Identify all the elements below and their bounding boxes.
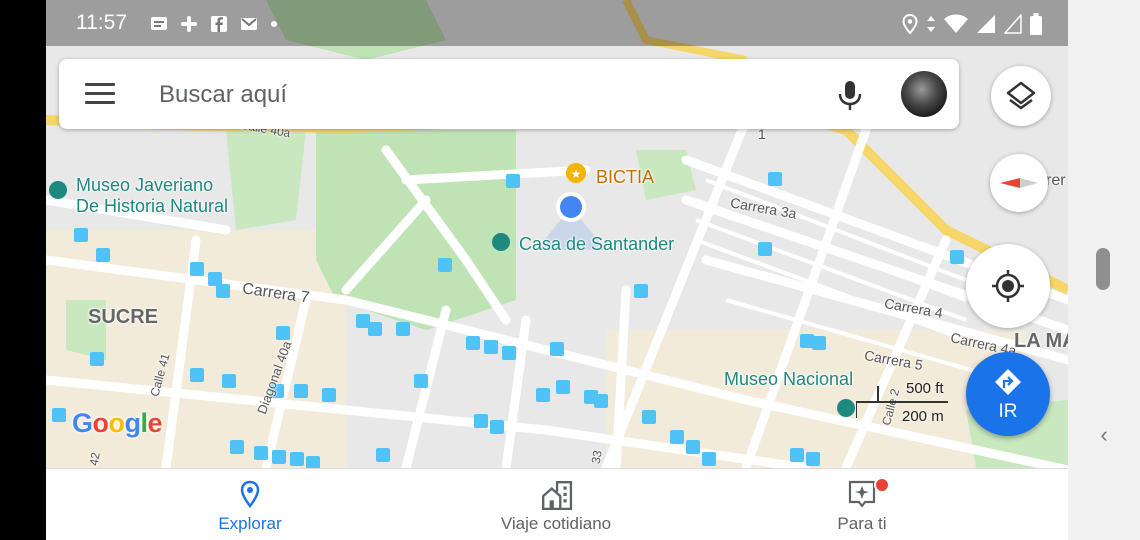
svg-text:★: ★ [571,167,582,181]
district-label-sucre: SUCRE [88,306,159,328]
status-bar: 11:57 [46,0,1068,46]
poi-label-museo-nacional[interactable]: Museo Nacional [724,369,853,390]
compass-button[interactable] [990,154,1048,212]
chevron-left-icon[interactable]: ‹ [1094,424,1114,446]
notification-icons [150,12,278,36]
search-bar[interactable] [59,59,959,129]
google-logo-g2: g [124,408,142,438]
directions-button[interactable]: IR [966,352,1050,436]
notification-badge [874,477,890,493]
slack-icon [181,16,197,32]
poi-label-museo-javeriano[interactable]: Museo Javeriano De Historia Natural [76,175,228,217]
my-location-button[interactable] [966,244,1050,328]
poi-line-1: Museo Javeriano [76,175,214,195]
message-icon [151,17,167,30]
location-icon [902,14,918,34]
wifi-icon [944,14,968,33]
layers-button[interactable] [991,66,1051,126]
scale-feet: 500 ft [906,380,944,397]
nav-label-for-you: Para ti [837,514,887,533]
google-logo-o2: o [108,408,126,438]
google-logo-o1: o [92,408,110,438]
avatar[interactable] [901,71,947,117]
menu-icon[interactable] [85,83,115,105]
signal-icon [977,15,995,33]
scale-meters: 200 m [902,408,944,425]
google-logo-l: l [140,408,149,438]
gmail-icon [241,18,257,30]
nav-tab-explore[interactable]: Explorar [150,469,350,540]
nav-tab-commute[interactable]: Viaje cotidiano [456,469,656,540]
street-label-33: 33 [588,449,605,465]
status-time: 11:57 [76,11,127,34]
google-logo-g: G [72,408,93,438]
google-logo: Google [72,408,163,439]
system-status-icons [902,12,1042,36]
system-side-rail: ‹ [1068,0,1140,540]
crosshair-icon [992,270,1024,302]
data-transfer-icon [927,16,935,32]
more-notifications-dot-icon [271,21,277,27]
search-input[interactable] [157,77,761,113]
layers-icon [1006,81,1036,110]
directions-icon [995,369,1021,395]
street-label-42: 42 [86,451,103,467]
street-label-rer: rer [1046,172,1066,189]
poi-label-casa-santander[interactable]: Casa de Santander [519,234,674,255]
directions-label: IR [998,401,1018,422]
map-scale-bar: 500 ft 200 m [856,380,976,425]
nav-tab-for-you[interactable]: Para ti [762,469,962,540]
microphone-icon[interactable] [835,79,865,113]
nav-label-commute: Viaje cotidiano [500,514,612,533]
signal-2-icon [1004,14,1022,34]
battery-icon [1030,13,1042,35]
phone-screen: ★ Museo Javeriano De Historia Natural BI… [46,0,1068,540]
poi-line-2: De Historia Natural [76,196,229,216]
sparkle-badge-icon [848,480,876,508]
google-logo-e: e [147,408,163,438]
facebook-icon [211,16,227,32]
poi-label-bictia[interactable]: BICTIA [596,167,654,188]
bottom-navigation: Explorar Viaje cotidiano Para ti [46,468,1068,540]
edge-panel-handle[interactable] [1096,248,1110,290]
district-label-la-ma: LA MA [1014,330,1068,352]
compass-icon [1000,178,1038,188]
nav-label-explore: Explorar [218,514,282,533]
home-work-icon [542,481,573,511]
location-pin-icon [240,480,260,509]
